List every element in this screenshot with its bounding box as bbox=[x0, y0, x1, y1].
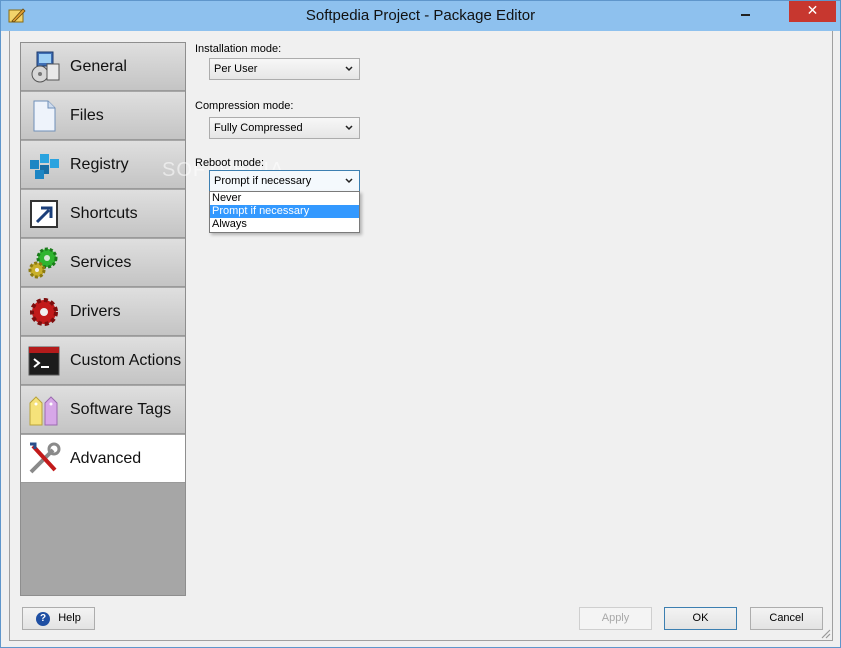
dropdown-option-never[interactable]: Never bbox=[210, 192, 359, 205]
sidebar-nav: General Files Registry Shortcuts Service… bbox=[20, 42, 186, 596]
sidebar-item-software-tags[interactable]: Software Tags bbox=[21, 386, 185, 434]
editor-content: General Files Registry Shortcuts Service… bbox=[9, 31, 833, 641]
minimize-button[interactable] bbox=[731, 2, 759, 22]
compression-mode-select[interactable]: Fully Compressed bbox=[209, 117, 360, 139]
apply-button[interactable]: Apply bbox=[579, 607, 652, 630]
sidebar-item-label: Advanced bbox=[70, 450, 142, 467]
reboot-mode-value: Prompt if necessary bbox=[214, 175, 312, 187]
sidebar-item-label: Drivers bbox=[70, 303, 121, 320]
dropdown-option-always[interactable]: Always bbox=[210, 218, 359, 231]
sidebar-item-services[interactable]: Services bbox=[21, 239, 185, 287]
installer-package-icon bbox=[31, 51, 60, 83]
close-button[interactable]: ✕ bbox=[789, 1, 836, 22]
reboot-mode-dropdown-list: Never Prompt if necessary Always bbox=[209, 191, 360, 233]
chevron-down-icon bbox=[345, 178, 353, 184]
installation-mode-label: Installation mode: bbox=[195, 43, 282, 55]
gears-icon bbox=[28, 247, 58, 279]
sidebar-item-label: Shortcuts bbox=[70, 205, 138, 222]
close-icon: ✕ bbox=[806, 3, 819, 19]
sidebar-item-registry[interactable]: Registry bbox=[21, 141, 185, 189]
compression-mode-label: Compression mode: bbox=[195, 100, 294, 112]
sidebar-item-label: Registry bbox=[70, 156, 129, 173]
shortcut-arrow-icon bbox=[30, 200, 58, 228]
sidebar-item-label: General bbox=[70, 58, 127, 75]
reboot-mode-label: Reboot mode: bbox=[195, 157, 265, 169]
wrench-screwdriver-icon bbox=[29, 442, 61, 474]
reboot-mode-select[interactable]: Prompt if necessary bbox=[209, 170, 360, 192]
dropdown-option-prompt-if-necessary[interactable]: Prompt if necessary bbox=[210, 205, 359, 218]
red-gear-icon bbox=[30, 298, 58, 326]
resize-grip-icon[interactable] bbox=[819, 627, 831, 639]
tags-icon bbox=[29, 396, 58, 426]
file-icon bbox=[33, 100, 56, 132]
sidebar-item-advanced[interactable]: Advanced bbox=[21, 435, 185, 483]
registry-cubes-icon bbox=[30, 154, 59, 179]
sidebar-item-label: Software Tags bbox=[70, 401, 172, 418]
sidebar-item-label: Files bbox=[70, 107, 104, 124]
installation-mode-select[interactable]: Per User bbox=[209, 58, 360, 80]
cancel-button[interactable]: Cancel bbox=[750, 607, 823, 630]
installation-mode-value: Per User bbox=[214, 63, 258, 75]
help-icon: ? bbox=[36, 612, 50, 626]
sidebar-item-label: Custom Actions bbox=[70, 352, 182, 369]
sidebar-item-general[interactable]: General bbox=[21, 43, 185, 91]
title-bar[interactable]: Softpedia Project - Package Editor ✕ bbox=[1, 1, 840, 31]
package-editor-window: Softpedia Project - Package Editor ✕ Gen… bbox=[0, 0, 841, 648]
chevron-down-icon bbox=[345, 66, 353, 72]
sidebar-item-drivers[interactable]: Drivers bbox=[21, 288, 185, 336]
sidebar-item-label: Services bbox=[70, 254, 132, 271]
chevron-down-icon bbox=[345, 125, 353, 131]
sidebar-item-files[interactable]: Files bbox=[21, 92, 185, 140]
minimize-icon bbox=[741, 14, 750, 16]
window-title: Softpedia Project - Package Editor bbox=[305, 7, 536, 24]
compression-mode-value: Fully Compressed bbox=[214, 122, 303, 134]
help-button-label: Help bbox=[58, 612, 81, 624]
ok-button[interactable]: OK bbox=[664, 607, 737, 630]
console-window-icon bbox=[28, 346, 60, 376]
sidebar-item-shortcuts[interactable]: Shortcuts bbox=[21, 190, 185, 238]
help-button[interactable]: ? Help bbox=[22, 607, 95, 630]
sidebar-item-custom-actions[interactable]: Custom Actions bbox=[21, 337, 185, 385]
